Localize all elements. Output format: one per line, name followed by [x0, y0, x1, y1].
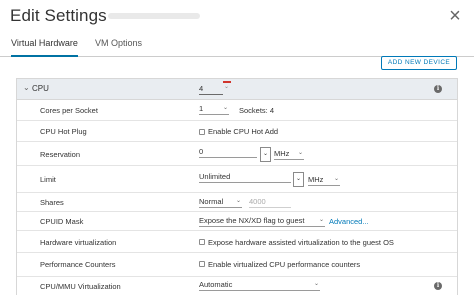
cpuid-mask-select[interactable]: Expose the NX/XD flag to guest ⌄	[199, 215, 325, 227]
shares-label: Shares	[40, 198, 64, 207]
cpu-mmu-virtualization-row: CPU/MMU Virtualization Automatic ⌄ i	[17, 277, 457, 295]
spinner-down-icon[interactable]: ⌄	[224, 84, 229, 90]
hardware-panel: ⌄ CPU 4 ⌄ i Cores per Socket 1 ⌄ Sockets…	[16, 78, 458, 295]
limit-unit-value: MHz	[308, 175, 324, 184]
cpu-hot-plug-label: CPU Hot Plug	[40, 127, 87, 136]
limit-dropdown-button[interactable]: ⌄	[293, 172, 304, 187]
tab-bar: Virtual Hardware VM Options	[0, 35, 474, 57]
cpu-count-select[interactable]: 4	[199, 83, 223, 95]
cpu-count-value: 4	[199, 84, 204, 93]
chevron-down-icon: ⌄	[262, 151, 269, 157]
reservation-label: Reservation	[40, 150, 81, 159]
cores-per-socket-value: 1	[199, 104, 204, 113]
chevron-down-icon: ⌄	[297, 150, 303, 156]
cpuid-mask-value: Expose the NX/XD flag to guest	[199, 216, 305, 225]
chevron-down-icon: ⌄	[333, 176, 339, 182]
reservation-input[interactable]: 0	[199, 146, 257, 158]
cores-per-socket-select[interactable]: 1 ⌄	[199, 103, 229, 115]
tab-virtual-hardware[interactable]: Virtual Hardware	[11, 37, 78, 57]
cpuid-advanced-link[interactable]: Advanced...	[329, 217, 369, 227]
performance-counters-checkbox[interactable]	[199, 261, 205, 267]
cpu-count-spinner-icon[interactable]: ⌄	[223, 81, 231, 91]
cpuid-mask-row: CPUID Mask Expose the NX/XD flag to gues…	[17, 212, 457, 231]
performance-counters-checkbox-label[interactable]: Enable virtualized CPU performance count…	[208, 260, 360, 270]
limit-row: Limit Unlimited ⌄ MHz ⌄	[17, 166, 457, 193]
cores-per-socket-label: Cores per Socket	[40, 106, 98, 115]
shares-level-select[interactable]: Normal ⌄	[199, 196, 242, 208]
add-new-device-button[interactable]: ADD NEW DEVICE	[381, 56, 457, 70]
cpuid-mask-label: CPUID Mask	[40, 217, 84, 226]
cpu-mmu-virtualization-select[interactable]: Automatic ⌄	[199, 279, 320, 291]
hardware-virtualization-label: Hardware virtualization	[40, 238, 117, 247]
chevron-down-icon[interactable]: ⌄	[23, 83, 30, 93]
chevron-down-icon: ⌄	[313, 281, 319, 287]
shares-value: 4000	[249, 197, 266, 206]
chevron-down-icon: ⌄	[235, 198, 241, 204]
spinner-up-icon[interactable]	[223, 81, 231, 83]
cpu-row[interactable]: ⌄ CPU 4 ⌄ i	[17, 79, 457, 100]
cpu-hot-plug-row: CPU Hot Plug Enable CPU Hot Add	[17, 121, 457, 142]
hardware-virtualization-checkbox[interactable]	[199, 239, 205, 245]
info-icon[interactable]: i	[434, 282, 442, 290]
sockets-text: Sockets: 4	[239, 106, 275, 115]
info-icon[interactable]: i	[434, 85, 442, 93]
performance-counters-label: Performance Counters	[40, 260, 116, 269]
cpu-label: CPU	[32, 84, 49, 93]
cpu-hot-add-checkbox[interactable]	[199, 129, 205, 135]
hardware-virtualization-checkbox-label[interactable]: Expose hardware assisted virtualization …	[208, 238, 394, 248]
close-icon[interactable]: ×	[443, 4, 467, 28]
reservation-unit-select[interactable]: MHz ⌄	[274, 148, 304, 160]
chevron-down-icon: ⌄	[222, 105, 228, 111]
cores-per-socket-row: Cores per Socket 1 ⌄ Sockets: 4	[17, 100, 457, 121]
vm-name-redacted	[108, 13, 200, 19]
shares-value-input[interactable]: 4000	[249, 196, 291, 208]
hardware-virtualization-row: Hardware virtualization Expose hardware …	[17, 231, 457, 253]
shares-row: Shares Normal ⌄ 4000	[17, 193, 457, 212]
cpu-mmu-virtualization-value: Automatic	[199, 280, 233, 289]
limit-label: Limit	[40, 175, 56, 184]
limit-input[interactable]: Unlimited	[199, 171, 291, 183]
reservation-value: 0	[199, 147, 204, 156]
cpu-mmu-virtualization-label: CPU/MMU Virtualization	[40, 282, 121, 291]
chevron-down-icon: ⌄	[295, 176, 302, 182]
reservation-dropdown-button[interactable]: ⌄	[260, 147, 271, 162]
reservation-unit-value: MHz	[274, 149, 290, 158]
limit-unit-select[interactable]: MHz ⌄	[308, 174, 340, 186]
limit-value: Unlimited	[199, 172, 231, 181]
shares-level-value: Normal	[199, 197, 224, 206]
dialog-title: Edit Settings	[10, 6, 107, 25]
performance-counters-row: Performance Counters Enable virtualized …	[17, 253, 457, 277]
reservation-row: Reservation 0 ⌄ MHz ⌄	[17, 142, 457, 166]
chevron-down-icon: ⌄	[318, 217, 324, 223]
tab-vm-options[interactable]: VM Options	[95, 37, 142, 57]
cpu-hot-add-checkbox-label[interactable]: Enable CPU Hot Add	[208, 127, 278, 137]
